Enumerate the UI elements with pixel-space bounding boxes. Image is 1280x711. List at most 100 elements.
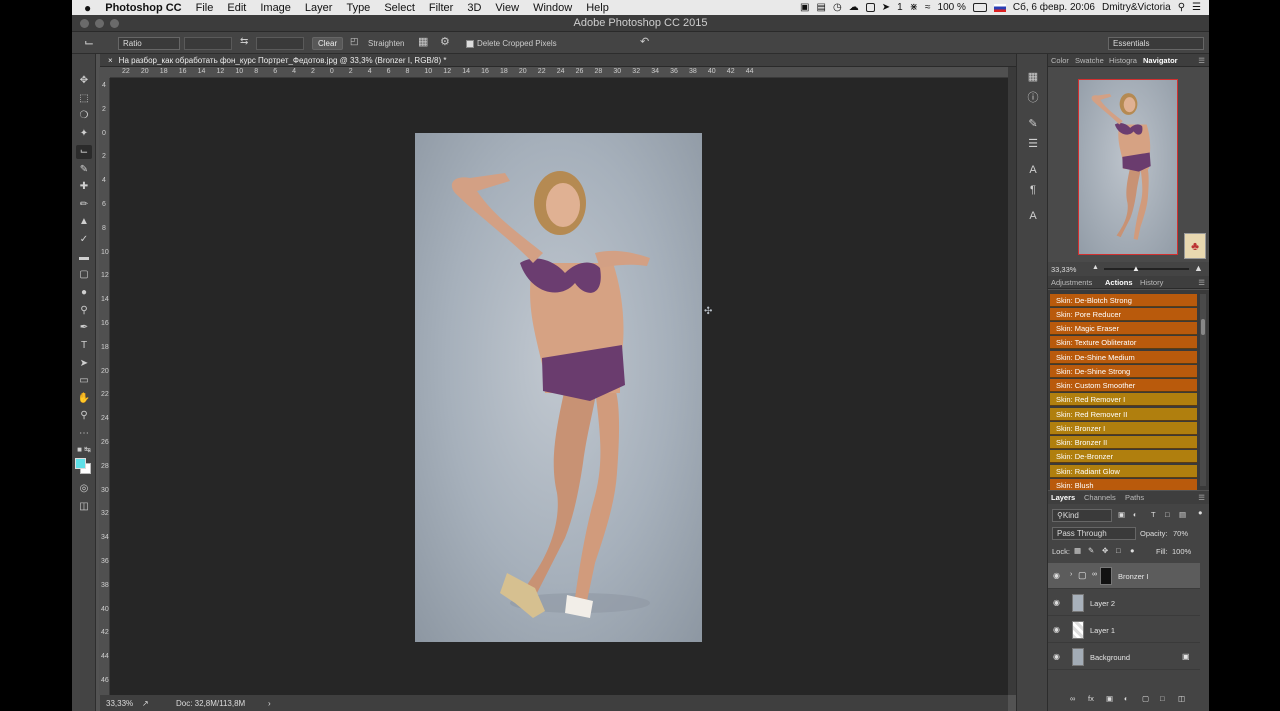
layer-thumbnail[interactable] [1072,648,1084,666]
layer-thumbnail[interactable] [1072,594,1084,612]
filter-adjustment-icon[interactable]: ◐ [1133,510,1138,519]
foreground-color-swatch[interactable] [75,458,86,469]
filter-type-icon[interactable]: T [1151,510,1156,519]
lasso-tool-icon[interactable]: ❍ [76,109,92,123]
workspace-dropdown[interactable]: Essentials [1108,37,1204,50]
spotlight-search-icon[interactable]: ⚲ [1178,2,1185,13]
crop-tool-icon[interactable]: ⌙ [76,145,92,159]
marquee-tool-icon[interactable]: ⬚ [76,92,92,106]
action-item[interactable]: Skin: Bronzer II [1050,436,1197,449]
menu-app-name[interactable]: Photoshop CC [105,2,181,14]
bluetooth-icon[interactable]: ⋇ [910,2,918,13]
wifi-icon[interactable]: ≈ [925,2,931,13]
group-expand-chevron-icon[interactable]: › [1070,571,1072,578]
quick-mask-icon[interactable]: ◎ [76,482,92,496]
action-item[interactable]: Skin: De-Blotch Strong [1050,294,1197,307]
action-item[interactable]: Skin: Blush [1050,479,1197,490]
straighten-icon[interactable]: ◰ [350,36,359,47]
settings-gear-icon[interactable]: ⚙ [440,35,450,48]
zoom-tool-icon[interactable]: ⚲ [76,409,92,423]
new-group-icon[interactable]: ▢ [1142,694,1149,703]
link-layers-icon[interactable]: ∞ [1070,694,1075,703]
new-adjustment-layer-icon[interactable]: ◐ [1124,694,1129,703]
delete-cropped-pixels-checkbox[interactable]: Delete Cropped Pixels [466,39,557,48]
glyphs-icon[interactable]: A [1025,208,1041,224]
tab-actions[interactable]: Actions [1105,278,1133,287]
filter-pixel-icon[interactable]: ▣ [1118,510,1125,519]
action-item[interactable]: Skin: Red Remover II [1050,408,1197,421]
action-item[interactable]: Skin: Texture Obliterator [1050,336,1197,349]
tab-paths[interactable]: Paths [1125,493,1144,502]
eyedropper-tool-icon[interactable]: ✎ [76,163,92,177]
tab-adjustments[interactable]: Adjustments [1051,278,1092,287]
menu-file[interactable]: File [196,2,214,14]
vertical-ruler[interactable]: 4 2 0 2 4 6 8 10 12 14 16 18 20 22 24 26 28 30 32 34 36 38 40 4… [99,78,110,695]
mask-link-icon[interactable]: ∞ [1092,571,1097,578]
document-tab[interactable]: × На разбор_как обработать фон_курс Портр… [100,54,1020,67]
swap-dimensions-icon[interactable]: ⇆ [240,36,248,47]
checkbox-status-icon[interactable] [865,3,875,12]
add-mask-icon[interactable]: ▣ [1106,694,1113,703]
paragraph-icon[interactable]: ¶ [1025,182,1041,198]
menu-image[interactable]: Image [260,2,291,14]
battery-icon[interactable] [972,3,987,12]
menubar-datetime[interactable]: Сб, 6 февр. 20:06 [1013,2,1095,13]
screen-mode-icon[interactable]: ◫ [76,500,92,514]
action-item[interactable]: Skin: De-Bronzer [1050,450,1197,463]
apple-menu-icon[interactable]: ● [84,1,91,15]
visibility-eye-icon[interactable]: ◉ [1053,598,1060,607]
blend-mode-dropdown[interactable]: Pass Through [1052,527,1136,540]
filter-shape-icon[interactable]: □ [1165,510,1170,519]
lock-artboard-icon[interactable]: □ [1116,546,1121,555]
menu-type[interactable]: Type [346,2,370,14]
eraser-tool-icon[interactable]: ▬ [76,251,92,265]
brush-presets-icon[interactable]: ✎ [1025,116,1041,132]
menu-view[interactable]: View [495,2,519,14]
filter-toggle-icon[interactable]: ● [1198,508,1203,517]
gradient-tool-icon[interactable]: ▢ [76,268,92,282]
overlay-grid-icon[interactable]: ▦ [418,35,428,48]
layer-row[interactable]: ◉ Layer 2 [1048,590,1200,616]
panel-menu-icon[interactable]: ☰ [1198,56,1205,65]
visibility-eye-icon[interactable]: ◉ [1053,625,1060,634]
horizontal-ruler[interactable]: 22 20 18 16 14 12 10 8 6 4 2 0 2 4 6 8 10 12 14 16 18 20 22 24 2… [110,67,1008,78]
ratio-height-field[interactable] [256,37,304,50]
menubar-user[interactable]: Dmitry&Victoria [1102,2,1171,13]
panel-menu-icon[interactable]: ☰ [1198,278,1205,287]
actions-scrollbar[interactable] [1200,294,1206,486]
crop-tool-preset-icon[interactable]: ⌙ [84,35,94,49]
document-image[interactable] [415,133,702,642]
vertical-scrollbar[interactable] [1008,67,1016,695]
add-layer-style-icon[interactable]: fx [1088,694,1094,703]
layer-name[interactable]: Background [1090,653,1130,662]
delete-layer-icon[interactable]: ◫ [1178,694,1185,703]
menu-window[interactable]: Window [533,2,572,14]
clone-stamp-tool-icon[interactable]: ▲ [76,215,92,229]
action-item[interactable]: Skin: Pore Reducer [1050,308,1197,321]
libraries-icon[interactable]: ▦ [1025,69,1041,85]
status-menu-arrow-icon[interactable]: › [268,699,271,708]
canvas-area[interactable]: ✣ [110,78,1008,695]
zoom-slider-handle[interactable]: ▲ [1132,264,1140,273]
notification-center-icon[interactable]: ☰ [1192,2,1201,13]
layer-name[interactable]: Layer 1 [1090,626,1115,635]
ratio-dropdown[interactable]: Ratio [118,37,180,50]
app-dock-icon[interactable]: ♣ [1184,233,1206,259]
action-item[interactable]: Skin: Radiant Glow [1050,465,1197,478]
export-icon[interactable]: ↗ [142,699,149,708]
tab-navigator[interactable]: Navigator [1143,56,1178,65]
blur-tool-icon[interactable]: ● [76,286,92,300]
clock-icon[interactable]: ◷ [833,2,842,13]
info-icon[interactable]: ⓘ [1025,90,1041,106]
move-tool-icon[interactable]: ✥ [76,74,92,88]
visibility-eye-icon[interactable]: ◉ [1053,571,1060,580]
lock-position-icon[interactable]: ✥ [1102,546,1108,555]
straighten-label[interactable]: Straighten [368,39,404,48]
input-source-flag-icon[interactable] [993,3,1006,12]
action-item[interactable]: Skin: Red Remover I [1050,393,1197,406]
dodge-tool-icon[interactable]: ⚲ [76,304,92,318]
layer-filter-kind-dropdown[interactable]: ⚲Kind [1052,509,1112,522]
minimize-window-button[interactable] [95,19,104,28]
zoom-slider[interactable] [1104,268,1189,270]
menu-help[interactable]: Help [586,2,609,14]
